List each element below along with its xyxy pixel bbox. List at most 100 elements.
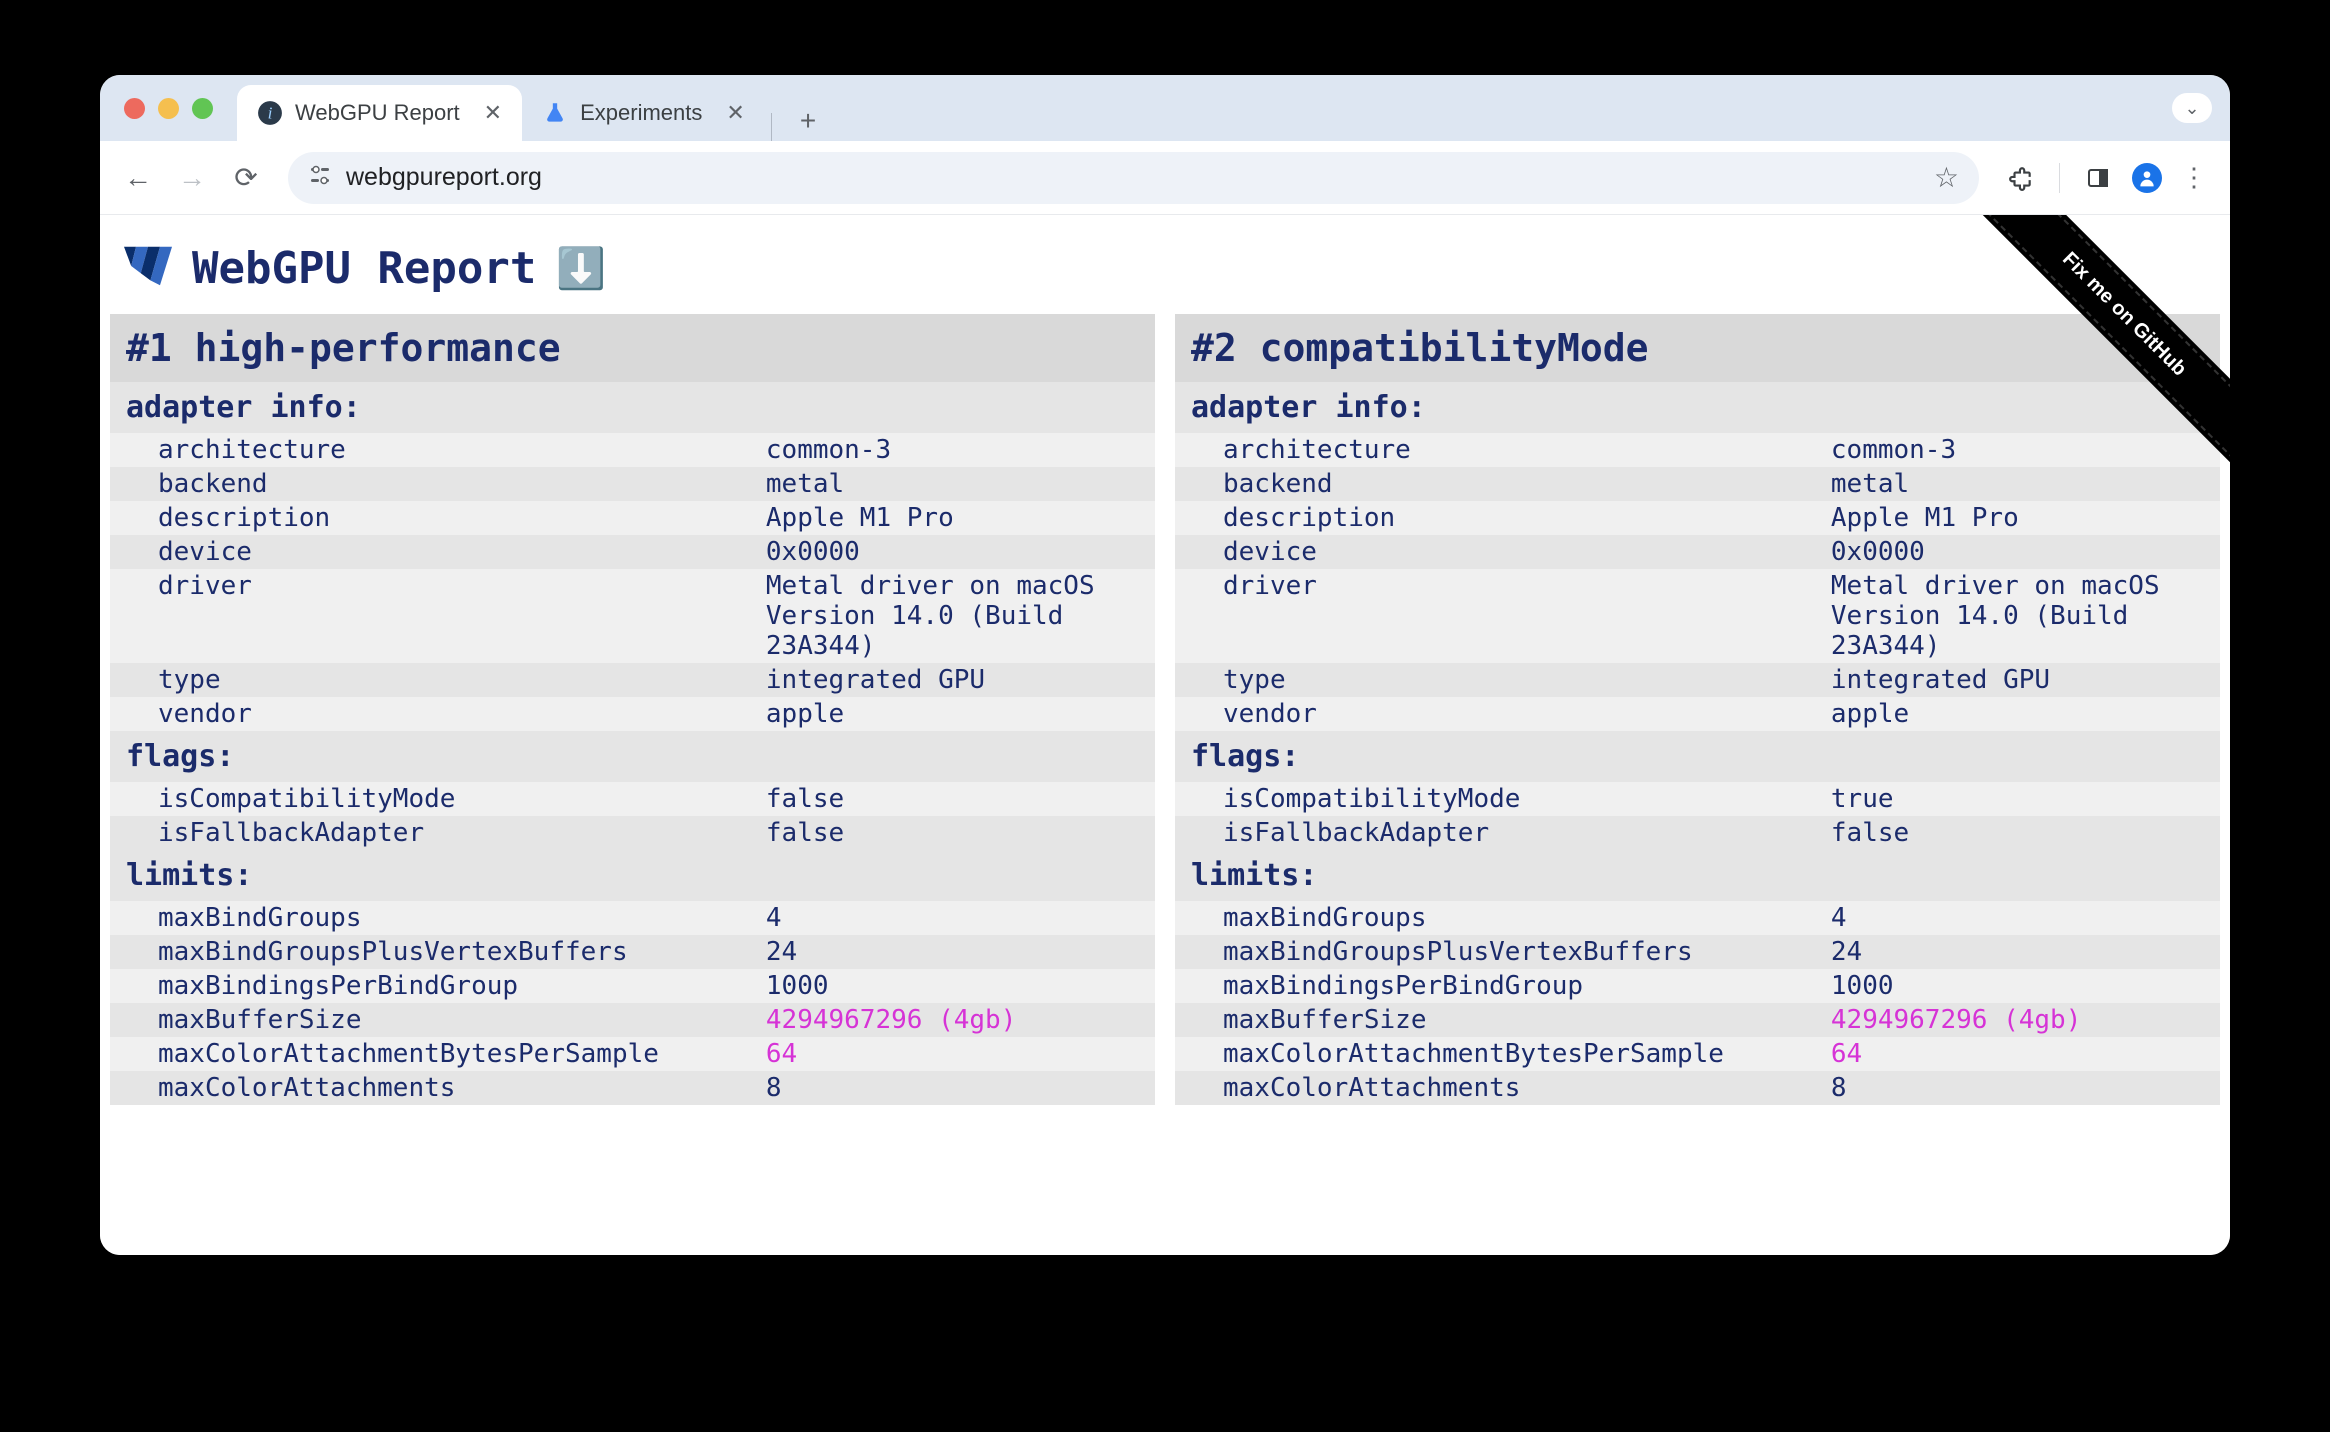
extensions-icon[interactable] [1999, 165, 2043, 191]
table-row: maxBufferSize4294967296 (4gb) [110, 1003, 1155, 1037]
tab-webgpu-report[interactable]: i WebGPU Report ✕ [237, 85, 522, 141]
table-row: device0x0000 [110, 535, 1155, 569]
reload-button[interactable]: ⟳ [224, 156, 268, 200]
table-row: maxBindingsPerBindGroup1000 [110, 969, 1155, 1003]
table-row: driverMetal driver on macOS Version 14.0… [110, 569, 1155, 663]
row-key: device [110, 535, 758, 569]
data-table: isCompatibilityModefalseisFallbackAdapte… [110, 782, 1155, 850]
table-row: descriptionApple M1 Pro [1175, 501, 2220, 535]
window-minimize-button[interactable] [158, 98, 179, 119]
row-key: type [1175, 663, 1823, 697]
table-row: backendmetal [1175, 467, 2220, 501]
reload-icon: ⟳ [234, 161, 257, 194]
table-row: typeintegrated GPU [1175, 663, 2220, 697]
row-key: maxBindingsPerBindGroup [110, 969, 758, 1003]
data-table: isCompatibilityModetrueisFallbackAdapter… [1175, 782, 2220, 850]
tab-strip: i WebGPU Report ✕ Experiments ✕ + [237, 75, 826, 141]
column-header: #1 high-performance [110, 314, 1155, 382]
url-bar[interactable]: webgpureport.org ☆ [288, 152, 1979, 204]
table-row: maxBindGroups4 [110, 901, 1155, 935]
row-value: Metal driver on macOS Version 14.0 (Buil… [758, 569, 1155, 663]
tab-title: WebGPU Report [295, 100, 460, 126]
row-value: 4 [758, 901, 1155, 935]
browser-window: i WebGPU Report ✕ Experiments ✕ + ⌄ ← → … [100, 75, 2230, 1255]
subsection-header: flags: [1175, 731, 2220, 782]
table-row: isFallbackAdapterfalse [110, 816, 1155, 850]
table-row: maxBindingsPerBindGroup1000 [1175, 969, 2220, 1003]
row-value: metal [1823, 467, 2220, 501]
row-key: driver [110, 569, 758, 663]
toolbar-right: ⋮ [1999, 162, 2214, 193]
table-row: maxBindGroups4 [1175, 901, 2220, 935]
row-key: maxBufferSize [1175, 1003, 1823, 1037]
table-row: maxColorAttachments8 [1175, 1071, 2220, 1105]
tab-title: Experiments [580, 100, 702, 126]
row-key: maxBindGroupsPlusVertexBuffers [110, 935, 758, 969]
profile-avatar[interactable] [2132, 163, 2162, 193]
row-value: 24 [758, 935, 1155, 969]
adapter-columns: #1 high-performance adapter info:architec… [100, 314, 2230, 1105]
data-table: architecturecommon-3backendmetaldescript… [1175, 433, 2220, 731]
table-row: maxBindGroupsPlusVertexBuffers24 [1175, 935, 2220, 969]
row-value: integrated GPU [1823, 663, 2220, 697]
row-key: maxColorAttachments [110, 1071, 758, 1105]
titlebar: i WebGPU Report ✕ Experiments ✕ + ⌄ [100, 75, 2230, 141]
row-value: apple [1823, 697, 2220, 731]
window-close-button[interactable] [124, 98, 145, 119]
arrow-left-icon: ← [124, 162, 152, 194]
row-key: isCompatibilityMode [110, 782, 758, 816]
table-row: typeintegrated GPU [110, 663, 1155, 697]
close-icon[interactable]: ✕ [726, 100, 744, 126]
row-value: 1000 [1823, 969, 2220, 1003]
window-maximize-button[interactable] [192, 98, 213, 119]
site-settings-icon[interactable] [308, 163, 332, 193]
table-row: maxBufferSize4294967296 (4gb) [1175, 1003, 2220, 1037]
svg-text:i: i [268, 103, 273, 122]
table-row: maxColorAttachmentBytesPerSample64 [110, 1037, 1155, 1071]
forward-button[interactable]: → [170, 156, 214, 200]
adapter-column: #2 compatibilityModeadapter info:archite… [1175, 314, 2220, 1105]
back-button[interactable]: ← [116, 156, 160, 200]
table-row: vendorapple [1175, 697, 2220, 731]
row-value: Apple M1 Pro [1823, 501, 2220, 535]
column-header: #2 compatibilityMode [1175, 314, 2220, 382]
row-key: vendor [1175, 697, 1823, 731]
row-value: true [1823, 782, 2220, 816]
row-key: driver [1175, 569, 1823, 663]
row-value: 24 [1823, 935, 2220, 969]
page-title: WebGPU Report [192, 243, 536, 294]
divider [771, 113, 772, 141]
row-key: isFallbackAdapter [110, 816, 758, 850]
bookmark-star-icon[interactable]: ☆ [1934, 161, 1959, 194]
table-row: driverMetal driver on macOS Version 14.0… [1175, 569, 2220, 663]
row-value: false [1823, 816, 2220, 850]
side-panel-icon[interactable] [2076, 166, 2120, 190]
tab-experiments[interactable]: Experiments ✕ [522, 85, 765, 141]
row-key: architecture [1175, 433, 1823, 467]
subsection-header: flags: [110, 731, 1155, 782]
row-key: device [1175, 535, 1823, 569]
row-value: 8 [1823, 1071, 2220, 1105]
arrow-right-icon: → [178, 162, 206, 194]
data-table: maxBindGroups4maxBindGroupsPlusVertexBuf… [110, 901, 1155, 1105]
close-icon[interactable]: ✕ [484, 100, 502, 126]
row-key: type [110, 663, 758, 697]
row-value: Metal driver on macOS Version 14.0 (Buil… [1823, 569, 2220, 663]
menu-button[interactable]: ⋮ [2174, 162, 2214, 193]
row-value: metal [758, 467, 1155, 501]
table-row: maxColorAttachmentBytesPerSample64 [1175, 1037, 2220, 1071]
row-key: maxColorAttachmentBytesPerSample [1175, 1037, 1823, 1071]
row-value: false [758, 782, 1155, 816]
download-button[interactable]: ⬇️ [556, 245, 606, 292]
subsection-header: adapter info: [1175, 382, 2220, 433]
row-value: 1000 [758, 969, 1155, 1003]
new-tab-button[interactable]: + [790, 101, 826, 141]
row-key: maxBindGroups [110, 901, 758, 935]
table-row: descriptionApple M1 Pro [110, 501, 1155, 535]
row-key: backend [110, 467, 758, 501]
tab-search-button[interactable]: ⌄ [2172, 93, 2212, 123]
divider [2059, 163, 2060, 193]
row-key: isFallbackAdapter [1175, 816, 1823, 850]
row-key: maxBindingsPerBindGroup [1175, 969, 1823, 1003]
row-value: common-3 [1823, 433, 2220, 467]
